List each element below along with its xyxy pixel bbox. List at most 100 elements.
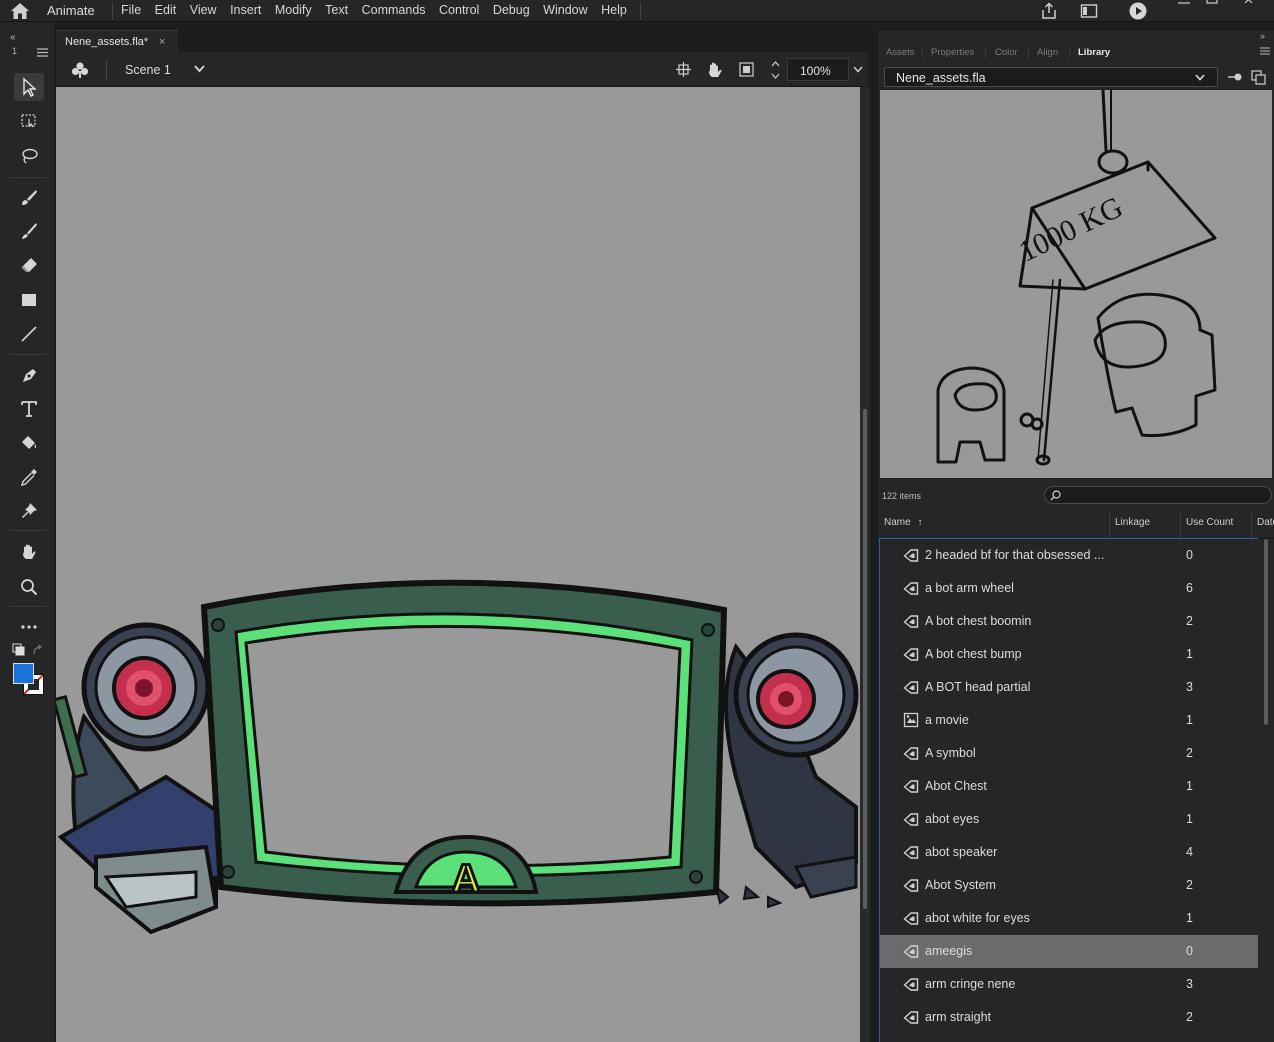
library-items-count: 122 items (882, 491, 922, 501)
stage-scroll-thumb[interactable] (863, 409, 867, 909)
column-header-linkage[interactable]: Linkage (1115, 517, 1150, 528)
snap-to-objects-icon[interactable] (676, 62, 691, 77)
free-transform-tool[interactable] (14, 107, 44, 135)
hand-tool[interactable] (14, 538, 44, 566)
library-row-name: Abot Chest (925, 779, 987, 793)
scene-dropdown-chevron-icon[interactable] (194, 65, 205, 73)
library-row[interactable]: ameegis 0 (880, 935, 1258, 968)
library-search-input[interactable] (1044, 486, 1272, 504)
library-row[interactable]: abot speaker 4 (880, 836, 1258, 869)
library-row[interactable] (880, 1034, 1258, 1042)
menu-insert[interactable]: Insert (230, 3, 261, 17)
home-icon[interactable] (10, 2, 30, 20)
library-row[interactable]: Abot System 2 (880, 869, 1258, 902)
minimize-icon[interactable] (1172, 0, 1196, 6)
menu-control[interactable]: Control (439, 3, 479, 17)
menu-edit[interactable]: Edit (155, 3, 177, 17)
column-header-name[interactable]: Name ↑ (884, 517, 922, 528)
zoom-value: 100% (800, 64, 831, 78)
new-library-panel-icon[interactable] (1251, 70, 1266, 85)
edit-symbols-icon[interactable] (71, 61, 89, 79)
default-colors-icon[interactable] (32, 644, 44, 656)
collapse-toolbar-button[interactable]: « (10, 32, 16, 43)
close-window-icon[interactable] (1238, 0, 1262, 6)
menu-text[interactable]: Text (325, 3, 348, 17)
tab-assets[interactable]: Assets (886, 47, 915, 58)
tab-color[interactable]: Color (995, 47, 1018, 58)
lasso-tool[interactable] (14, 142, 44, 170)
library-row[interactable]: A bot chest bump 1 (880, 638, 1258, 671)
paint-bucket-tool[interactable] (14, 429, 44, 457)
swap-colors-icon[interactable] (12, 643, 26, 657)
library-row-name: Abot System (925, 878, 996, 892)
menu-debug[interactable]: Debug (493, 3, 530, 17)
library-row[interactable]: abot white for eyes 1 (880, 902, 1258, 935)
share-icon[interactable] (1040, 2, 1058, 20)
library-row[interactable]: 2 headed bf for that obsessed ... 0 (880, 539, 1258, 572)
workspace-icon[interactable] (1080, 2, 1098, 20)
text-tool[interactable] (14, 395, 44, 423)
menu-modify[interactable]: Modify (275, 3, 312, 17)
fill-color-swatch[interactable] (13, 663, 34, 684)
toolbar-menu-icon[interactable] (37, 48, 48, 57)
line-tool-icon (21, 326, 37, 342)
symbol-icon (903, 945, 919, 958)
library-row-name: arm straight (925, 1010, 991, 1024)
brush-tool[interactable] (14, 217, 44, 245)
test-movie-icon[interactable] (1129, 2, 1147, 20)
library-row[interactable]: A bot chest boomin 2 (880, 605, 1258, 638)
more-tools[interactable] (14, 613, 44, 641)
stage[interactable]: A (56, 87, 860, 1042)
tab-library[interactable]: Library (1078, 47, 1110, 58)
tab-align[interactable]: Align (1037, 47, 1058, 58)
library-row[interactable]: arm cringe nene 3 (880, 968, 1258, 1001)
library-row-use-count: 3 (1186, 680, 1193, 694)
library-row[interactable]: a bot arm wheel 6 (880, 572, 1258, 605)
library-row[interactable]: A BOT head partial 3 (880, 671, 1258, 704)
tab-properties[interactable]: Properties (931, 47, 974, 58)
symbol-icon (903, 681, 919, 694)
zoom-stepper-icon[interactable] (770, 58, 781, 82)
symbol-icon (903, 648, 919, 661)
column-header-use-count[interactable]: Use Count (1186, 517, 1233, 528)
zoom-dropdown-chevron-icon[interactable] (853, 66, 863, 73)
eyedropper-tool[interactable] (14, 463, 44, 491)
column-header-date[interactable]: Date (1257, 517, 1274, 528)
library-row[interactable]: a movie 1 (880, 704, 1258, 737)
library-file-select[interactable]: Nene_assets.fla (884, 67, 1218, 87)
hand-tool-icon (23, 544, 36, 559)
stage-vertical-scrollbar[interactable] (860, 87, 870, 1042)
pin-library-icon[interactable] (1227, 71, 1243, 83)
rotate-stage-icon[interactable] (706, 61, 724, 78)
library-row-name: ameegis (925, 944, 973, 958)
clip-to-stage-icon[interactable] (739, 62, 754, 77)
pin-tool[interactable] (14, 497, 44, 525)
zoom-input[interactable]: 100% (787, 58, 849, 81)
maximize-icon[interactable] (1200, 0, 1224, 6)
stage-artwork: A (56, 579, 859, 935)
line-tool[interactable] (14, 320, 44, 348)
eraser-tool[interactable] (14, 251, 44, 279)
document-tab[interactable]: Nene_assets.fla* × (56, 30, 178, 52)
menu-help[interactable]: Help (601, 3, 627, 17)
library-row[interactable]: A symbol 2 (880, 737, 1258, 770)
library-row-name: A symbol (925, 746, 976, 760)
library-row[interactable]: arm straight 2 (880, 1001, 1258, 1034)
library-row[interactable]: abot eyes 1 (880, 803, 1258, 836)
menu-commands[interactable]: Commands (362, 3, 426, 17)
zoom-tool[interactable] (14, 573, 44, 601)
library-list-scrollbar[interactable] (1264, 539, 1268, 725)
menu-file[interactable]: File (121, 3, 141, 17)
rectangle-tool[interactable] (14, 286, 44, 314)
selection-tool[interactable] (14, 73, 44, 101)
menu-window[interactable]: Window (543, 3, 587, 17)
close-tab-icon[interactable]: × (159, 36, 165, 48)
menu-view[interactable]: View (190, 3, 217, 17)
library-row[interactable]: Abot Chest 1 (880, 770, 1258, 803)
toolbar-separator (10, 530, 46, 531)
panel-collapse-icon[interactable]: » (1260, 31, 1265, 41)
app-name: Animate (47, 3, 95, 18)
pen-tool[interactable] (14, 362, 44, 390)
scene-bar-separator (106, 60, 107, 80)
paint-brush-tool[interactable] (14, 184, 44, 212)
